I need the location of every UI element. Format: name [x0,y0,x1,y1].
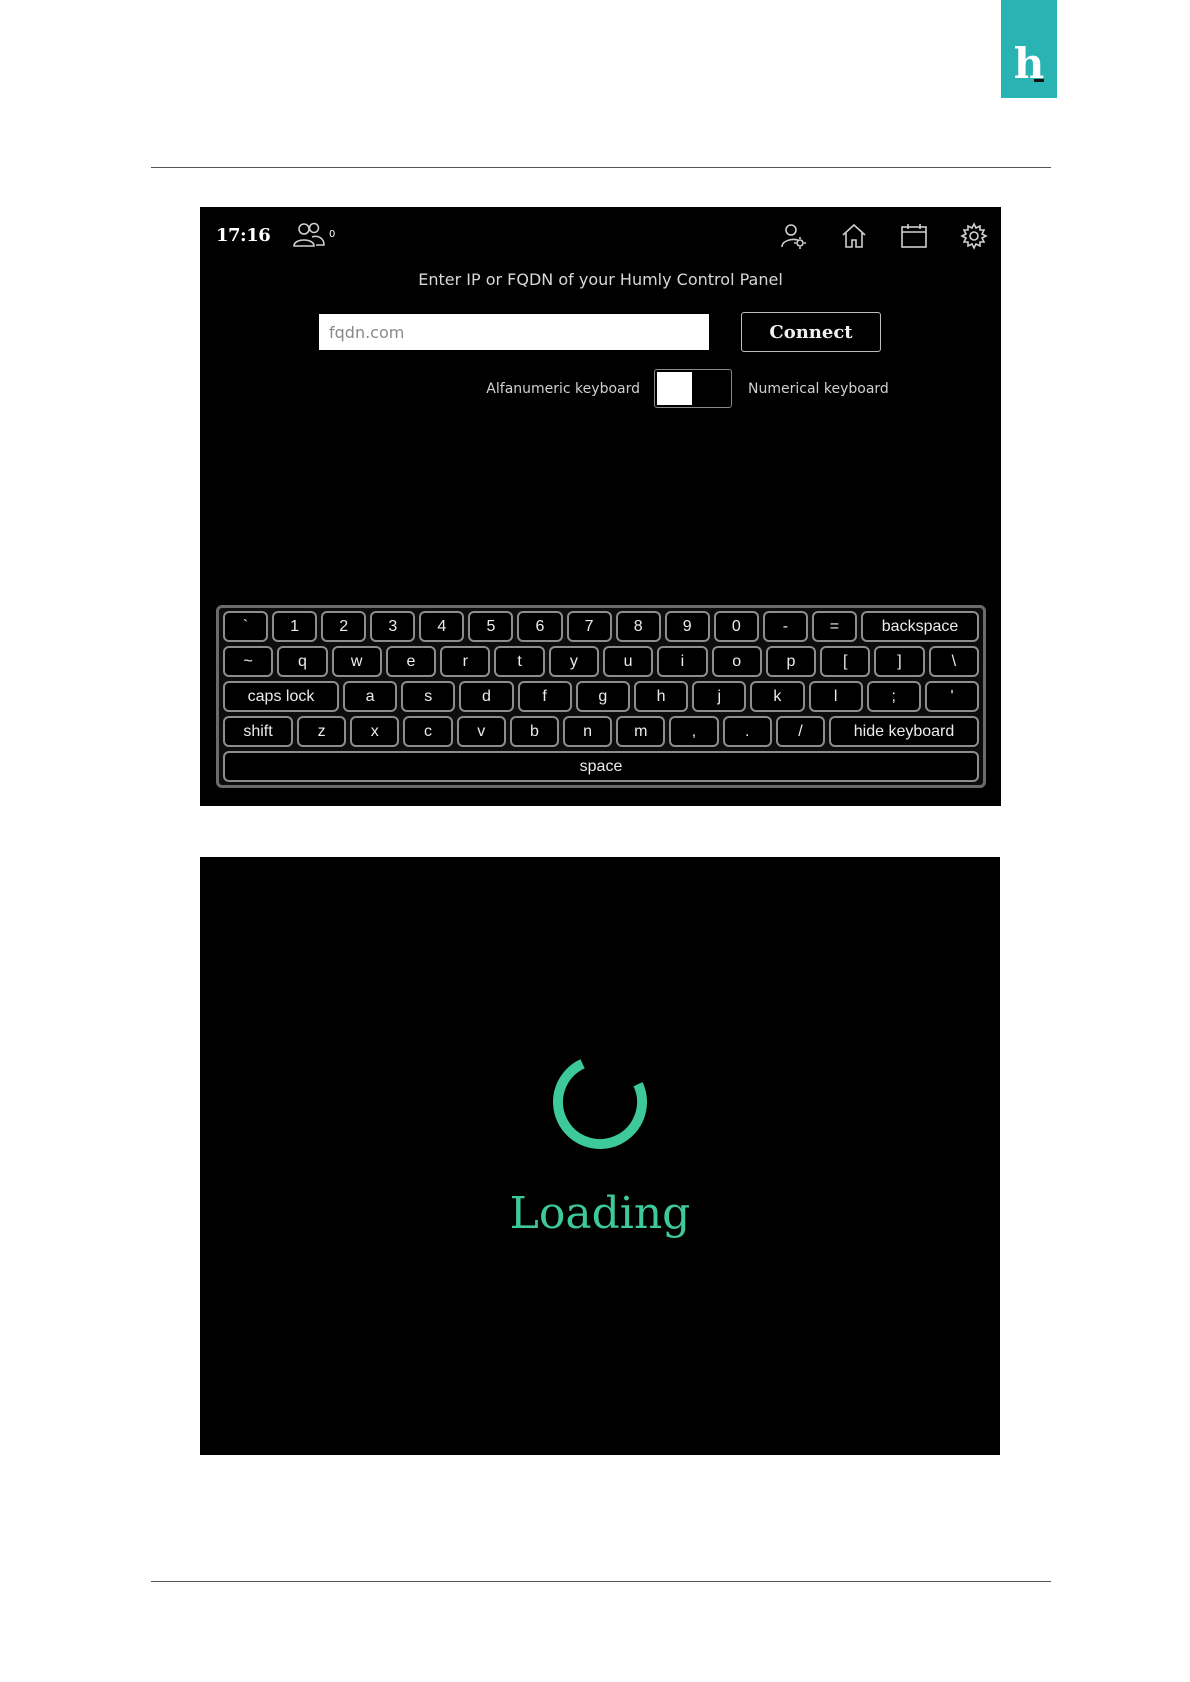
connection-prompt: Enter IP or FQDN of your Humly Control P… [418,270,783,289]
clock: 17:16 [216,225,271,246]
key-b[interactable]: b [509,716,560,747]
keyboard-row: caps lock a s d f g h j k l; ' [223,681,980,712]
logo-underscore [1034,79,1044,82]
alfanumeric-keyboard-label: Alfanumeric keyboard [486,381,640,397]
key-hide-keyboard[interactable]: hide keyboard [829,716,980,747]
key-c[interactable]: c [403,716,453,747]
key-f[interactable]: f [517,681,572,712]
key-z[interactable]: z [297,716,347,747]
key-space[interactable]: space [223,751,979,782]
people-icon [292,221,326,249]
key-6[interactable]: 6 [517,611,563,642]
key-g[interactable]: g [575,681,630,712]
loading-text: Loading [509,1188,691,1239]
key-caps-lock[interactable]: caps lock [223,681,339,712]
key-w[interactable]: w [331,646,382,677]
key-4[interactable]: 4 [419,611,465,642]
key-semicolon[interactable]: ; [866,681,921,712]
humly-logo: h [1001,0,1057,98]
keyboard-row: ~ q w e r t y u i o p[] \ [223,646,979,677]
key-2[interactable]: 2 [321,611,367,642]
connect-button[interactable]: Connect [741,312,881,352]
key-h[interactable]: h [633,681,689,712]
on-screen-keyboard: ` 1 2 3 4 5 6 7 8 9 0- = backspace ~ q w e r t y u i o p[] \ caps… [216,605,986,788]
keyboard-row: shift z x c v b n m,. / hide keyboard [223,716,980,747]
key-n[interactable]: n [563,716,613,747]
key-3[interactable]: 3 [370,611,416,642]
status-bar: 17:16 0 [200,207,1001,263]
key-y[interactable]: y [548,646,599,677]
user-settings-icon[interactable] [779,221,809,251]
key-o[interactable]: o [711,646,762,677]
key-a[interactable]: a [343,681,398,712]
key-v[interactable]: v [456,716,506,747]
people-count: 0 [329,229,336,240]
key-r[interactable]: r [440,646,491,677]
keyboard-row: space [223,751,979,782]
loading-screen: Loading [200,857,1000,1455]
key-shift[interactable]: shift [223,716,293,747]
key-s[interactable]: s [401,681,456,712]
home-icon[interactable] [839,221,869,251]
key-m[interactable]: m [616,716,666,747]
keyboard-type-toggle[interactable] [654,369,732,408]
key-9[interactable]: 9 [664,611,710,642]
key-left-bracket[interactable]: [ [820,646,871,677]
key-backslash[interactable]: \ [928,646,979,677]
key-5[interactable]: 5 [468,611,514,642]
footer-divider [151,1581,1051,1582]
toggle-knob [657,372,692,405]
key-p[interactable]: p [765,646,817,677]
keyboard-row: ` 1 2 3 4 5 6 7 8 9 0- = backspace [223,611,980,642]
key-slash[interactable]: / [775,716,826,747]
connection-screen: 17:16 0 Enter IP or FQDN of your Humly C… [200,207,1001,806]
numerical-keyboard-label: Numerical keyboard [748,381,889,397]
key-apostrophe[interactable]: ' [924,681,980,712]
loading-spinner-icon [553,1055,647,1149]
key-k[interactable]: k [750,681,805,712]
server-address-input[interactable] [319,314,709,350]
gear-icon[interactable] [959,221,989,251]
key-equals[interactable]: = [811,611,858,642]
calendar-icon[interactable] [899,221,929,251]
key-d[interactable]: d [459,681,514,712]
key-7[interactable]: 7 [566,611,612,642]
key-backtick[interactable]: ` [223,611,269,642]
key-right-bracket[interactable]: ] [874,646,925,677]
key-comma[interactable]: , [669,716,719,747]
key-8[interactable]: 8 [615,611,661,642]
key-minus[interactable]: - [762,611,808,642]
key-u[interactable]: u [602,646,654,677]
key-l[interactable]: l [808,681,863,712]
key-q[interactable]: q [277,646,328,677]
header-divider [151,167,1051,168]
key-t[interactable]: t [494,646,545,677]
key-e[interactable]: e [385,646,437,677]
key-j[interactable]: j [692,681,747,712]
key-1[interactable]: 1 [272,611,318,642]
key-0[interactable]: 0 [713,611,759,642]
key-backspace[interactable]: backspace [861,611,980,642]
key-x[interactable]: x [350,716,400,747]
key-period[interactable]: . [722,716,772,747]
key-i[interactable]: i [657,646,708,677]
key-tilde[interactable]: ~ [223,646,274,677]
